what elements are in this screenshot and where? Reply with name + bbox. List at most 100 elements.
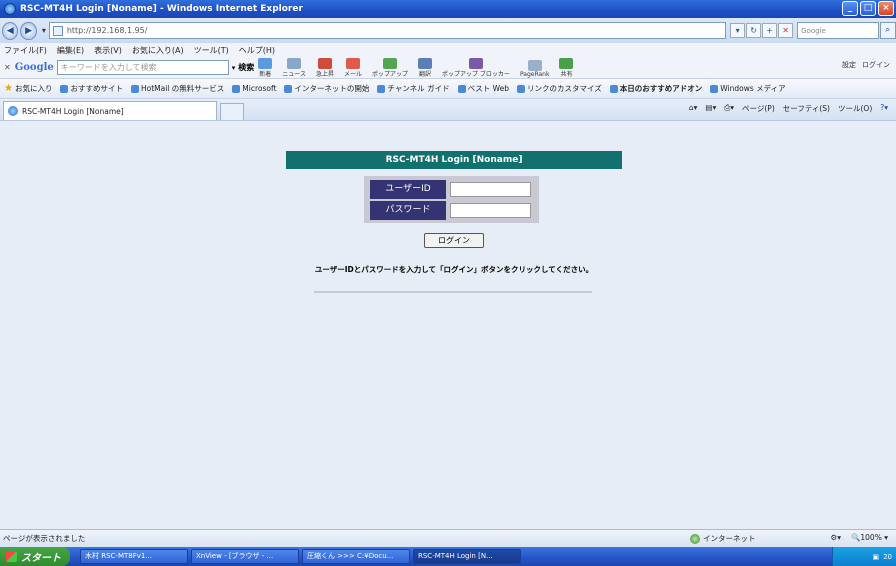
forward-button[interactable]: ▶ [20, 21, 37, 40]
fav-item-best-web[interactable]: ベスト Web [457, 83, 509, 94]
status-bar: ページが表示されました インターネット ⚙▾ 🔍100% ▾ [0, 529, 896, 547]
menu-tools[interactable]: ツール(T) [194, 45, 229, 56]
rss-icon[interactable]: + [762, 23, 778, 38]
taskbar-item[interactable]: 木村 RSC-MT8Fv1... [80, 549, 188, 564]
home-icon[interactable]: ⌂▾ [689, 103, 698, 114]
taskbar-item-active[interactable]: RSC-MT4H Login [N... [413, 549, 521, 564]
taskbar-item[interactable]: XnView - [ブラウザ - ... [191, 549, 299, 564]
share-icon [559, 57, 574, 69]
gtool-new[interactable]: 新着 [258, 57, 273, 78]
menu-edit[interactable]: 編集(E) [57, 45, 84, 56]
user-id-input[interactable] [450, 182, 531, 197]
password-input[interactable] [450, 203, 531, 218]
search-icon[interactable]: ⌕ [879, 22, 896, 39]
chevron-down-icon[interactable]: ▾ [232, 64, 236, 72]
gtool-trend[interactable]: 急上昇 [315, 57, 334, 78]
fav-item-internet-start[interactable]: インターネットの開始 [284, 83, 369, 94]
link-icon [130, 84, 139, 93]
address-input[interactable]: http://192.168.1.95/ [48, 22, 727, 39]
page-content: RSC-MT4H Login [Noname] ユーザーID パスワード ログイ… [0, 121, 896, 529]
globe-icon [690, 533, 700, 544]
feeds-icon[interactable]: ▤▾ [705, 103, 716, 114]
security-zone[interactable]: インターネット [690, 533, 756, 544]
compat-view-icon[interactable]: ▾ [730, 23, 746, 38]
clock[interactable]: 20 [883, 553, 892, 561]
link-icon [377, 84, 386, 93]
zone-label: インターネット [703, 534, 756, 543]
gtool-translate[interactable]: 翻訳 [418, 57, 433, 78]
fav-item-label: HotMail の無料サービス [140, 84, 225, 93]
taskbar-item[interactable]: 圧縮くん >>> C:¥Docu... [302, 549, 410, 564]
link-icon [232, 84, 241, 93]
star-icon: ★ [4, 83, 13, 94]
gtool-popup[interactable]: ポップアップ [372, 57, 408, 78]
menu-help[interactable]: ヘルプ(H) [239, 45, 275, 56]
tab-login[interactable]: RSC-MT4H Login [Noname] [3, 101, 217, 120]
gtool-settings[interactable]: 設定 [842, 60, 856, 70]
popup-icon [383, 57, 397, 69]
protected-mode-icon[interactable]: ⚙▾ [831, 533, 842, 542]
fav-item-channel-guide[interactable]: チャンネル ガイド [377, 83, 450, 94]
gtool-mail[interactable]: メール [344, 57, 362, 78]
web-search-input[interactable]: Google [797, 22, 879, 39]
page-icon [52, 25, 63, 36]
cmd-page[interactable]: ページ(P) [742, 103, 775, 114]
instruction-text: ユーザーIDとパスワードを入力して「ログイン」ボタンをクリックしてください。 [314, 265, 594, 274]
zoom-value: 100% [860, 533, 882, 542]
close-button[interactable]: × [878, 1, 894, 16]
new-tab-button[interactable] [220, 103, 244, 120]
menu-file[interactable]: ファイル(F) [4, 45, 47, 56]
maximize-button[interactable]: □ [860, 1, 876, 16]
network-icon[interactable]: ▣ [872, 553, 879, 561]
fav-item-label: 本日のおすすめアドオン [619, 84, 703, 93]
gtool-translate-label: 翻訳 [419, 70, 432, 78]
fav-item-recommended[interactable]: おすすめサイト [60, 83, 123, 94]
menu-favorites[interactable]: お気に入り(A) [132, 45, 184, 56]
fav-item-windows-media[interactable]: Windows メディア [710, 83, 786, 94]
minimize-button[interactable]: _ [842, 1, 858, 16]
back-button[interactable]: ◀ [2, 21, 19, 40]
fav-item-label: Windows メディア [720, 84, 786, 93]
cmd-tools[interactable]: ツール(O) [838, 103, 872, 114]
tab-login-label: RSC-MT4H Login [Noname] [22, 106, 124, 116]
help-icon[interactable]: ?▾ [880, 103, 888, 114]
divider [314, 291, 592, 293]
gtool-trend-label: 急上昇 [315, 70, 334, 78]
favorites-button[interactable]: ★ お気に入り [4, 83, 52, 94]
google-search-button[interactable]: 検索 [238, 62, 254, 73]
address-toolbar: ◀ ▶ ▾ http://192.168.1.95/ ▾ ↻ + ✕ Googl… [0, 18, 896, 43]
new-icon [258, 57, 273, 69]
zoom-level[interactable]: 🔍100% ▾ [851, 533, 888, 542]
toolbar-close-icon[interactable]: ✕ [4, 63, 11, 72]
login-button[interactable]: ログイン [424, 233, 484, 248]
stop-icon[interactable]: ✕ [778, 23, 794, 38]
window-title-bar[interactable]: RSC-MT4H Login [Noname] - Windows Intern… [0, 0, 896, 18]
google-search-input[interactable]: キーワードを入力して検索 [56, 60, 229, 75]
fav-item-customize-links[interactable]: リンクのカスタマイズ [516, 83, 602, 94]
gtool-share[interactable]: 共有 [559, 57, 574, 78]
start-button[interactable]: スタート [0, 547, 70, 566]
menu-view[interactable]: 表示(V) [94, 45, 122, 56]
gtool-popup-blocker[interactable]: ポップアップ ブロッカー [442, 57, 510, 78]
trend-icon [317, 57, 332, 69]
fav-item-microsoft[interactable]: Microsoft [232, 84, 276, 93]
news-icon [287, 57, 302, 69]
favorites-bar: ★ お気に入り おすすめサイト HotMail の無料サービス Microsoft… [0, 79, 896, 99]
gtool-pagerank[interactable]: PageRank [520, 59, 549, 78]
cmd-safety[interactable]: セーフティ(S) [783, 103, 830, 114]
gtool-login[interactable]: ログイン [862, 60, 890, 70]
history-dropdown-icon[interactable]: ▾ [42, 26, 46, 35]
taskbar: スタート 木村 RSC-MT8Fv1... XnView - [ブラウザ - .… [0, 547, 896, 566]
link-icon [710, 84, 719, 93]
fav-item-addons[interactable]: 本日のおすすめアドオン [609, 83, 703, 94]
refresh-icon[interactable]: ↻ [746, 23, 762, 38]
windows-logo-icon [6, 551, 17, 562]
command-bar: ⌂▾ ▤▾ ⎙▾ ページ(P) セーフティ(S) ツール(O) ?▾ [689, 103, 888, 114]
fav-item-hotmail[interactable]: HotMail の無料サービス [130, 83, 225, 94]
gtool-news[interactable]: ニュース [282, 57, 306, 78]
gtool-popup-blocker-label: ポップアップ ブロッカー [442, 70, 510, 78]
gtool-news-label: ニュース [282, 70, 306, 78]
window-title: RSC-MT4H Login [Noname] - Windows Intern… [20, 4, 303, 14]
print-icon[interactable]: ⎙▾ [724, 103, 734, 114]
web-search-placeholder: Google [801, 26, 826, 35]
